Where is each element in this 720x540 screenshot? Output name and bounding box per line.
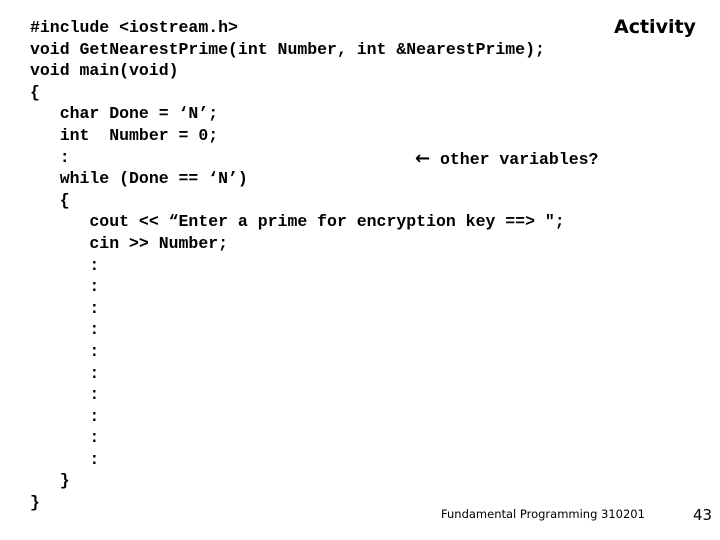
code-line: : bbox=[30, 255, 100, 275]
code-line: : bbox=[30, 320, 100, 340]
code-line: : bbox=[30, 385, 100, 405]
code-line: : bbox=[30, 449, 100, 469]
code-line: char Done = ‘N’; bbox=[30, 104, 219, 124]
code-line: : bbox=[30, 277, 100, 297]
page-number: 43 bbox=[693, 506, 713, 524]
code-line: } bbox=[30, 471, 70, 491]
code-line: void main(void) bbox=[30, 61, 179, 81]
code-block: #include <iostream.h> void GetNearestPri… bbox=[30, 17, 565, 514]
code-line: { bbox=[30, 190, 70, 210]
code-line: : bbox=[30, 298, 100, 318]
annotation-text: other variables? bbox=[430, 150, 599, 169]
slide-title: Activity bbox=[614, 16, 696, 38]
code-line: { bbox=[30, 82, 40, 102]
code-line: cin >> Number; bbox=[30, 233, 229, 253]
code-line: while (Done == ‘N’) bbox=[30, 169, 248, 189]
code-line: cout << “Enter a prime for encryption ke… bbox=[30, 212, 565, 232]
code-line: : bbox=[30, 341, 100, 361]
code-line: : bbox=[30, 406, 100, 426]
left-arrow-icon: ← bbox=[415, 148, 431, 169]
annotation-note: ← other variables? bbox=[415, 148, 598, 169]
code-line: #include <iostream.h> bbox=[30, 18, 238, 37]
code-line: int Number = 0; bbox=[30, 125, 219, 145]
code-line: : bbox=[30, 428, 100, 448]
footer-course: Fundamental Programming 310201 bbox=[441, 507, 645, 521]
code-line: void GetNearestPrime(int Number, int &Ne… bbox=[30, 39, 545, 59]
code-line: : bbox=[30, 363, 100, 383]
